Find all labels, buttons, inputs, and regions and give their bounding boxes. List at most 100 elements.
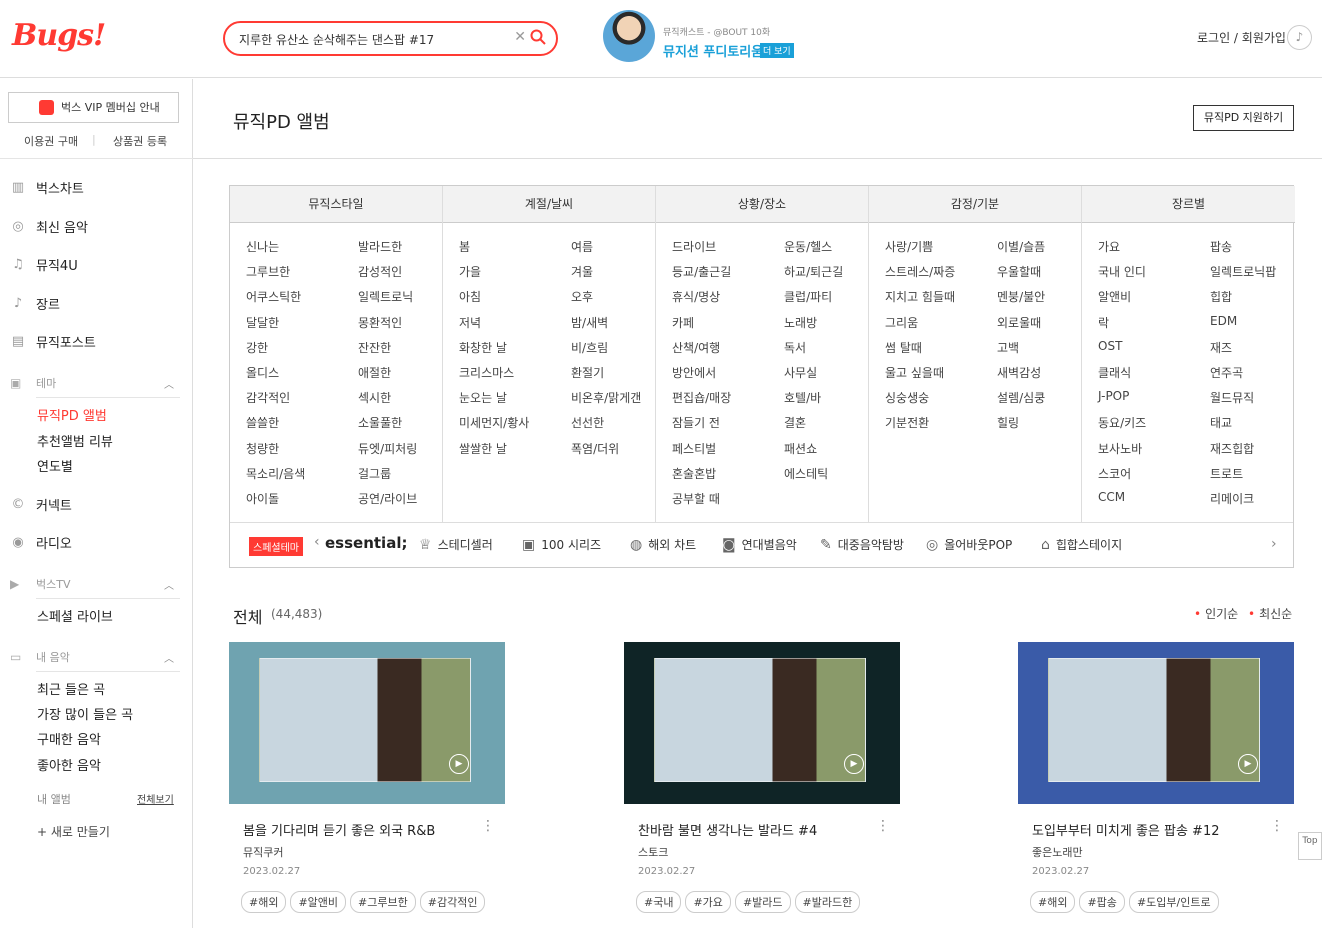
category-item[interactable]: 청량한 [246, 440, 279, 457]
sidebar-item-musicpost[interactable]: ▤ 뮤직포스트 [10, 332, 96, 352]
category-item[interactable]: 크리스마스 [459, 364, 514, 381]
sidebar-item-chart[interactable]: ▥ 벅스차트 [10, 178, 84, 198]
category-item[interactable]: 신나는 [246, 238, 279, 255]
category-item[interactable]: 비/흐림 [571, 339, 608, 356]
sidebar-item-music4u[interactable]: ♫ 뮤직4U [10, 255, 78, 275]
category-item[interactable]: 재즈힙합 [1210, 440, 1254, 457]
category-item[interactable]: 울고 싶을때 [885, 364, 944, 381]
category-item[interactable]: 페스티벌 [672, 440, 716, 457]
category-item[interactable]: 공연/라이브 [358, 490, 417, 507]
category-item[interactable]: 월드뮤직 [1210, 389, 1254, 406]
category-item[interactable]: 지치고 힘들때 [885, 288, 955, 305]
login-link[interactable]: 로그인 / 회원가입 [1197, 29, 1286, 46]
sidebar-item-recent[interactable]: 최근 들은 곡 [37, 679, 105, 698]
category-item[interactable]: 감각적인 [246, 389, 290, 406]
view-all-link[interactable]: 전체보기 [137, 791, 174, 806]
category-item[interactable]: 미세먼지/황사 [459, 414, 529, 431]
sidebar-item-liked[interactable]: 좋아한 음악 [37, 755, 101, 774]
promo-more-button[interactable]: 더 보기 [760, 43, 794, 58]
category-item[interactable]: 고백 [997, 339, 1019, 356]
category-item[interactable]: 알앤비 [1098, 288, 1131, 305]
category-item[interactable]: 폭염/더위 [571, 440, 619, 457]
essential-steadyseller[interactable]: ♕ 스테디셀러 [419, 536, 493, 553]
essential-100-series[interactable]: ▣ 100 시리즈 [522, 536, 601, 553]
category-item[interactable]: 호텔/바 [784, 389, 821, 406]
category-item[interactable]: 힐링 [997, 414, 1019, 431]
category-item[interactable]: 오후 [571, 288, 593, 305]
category-item[interactable]: 쓸쓸한 [246, 414, 279, 431]
play-icon[interactable]: ▶ [844, 754, 864, 774]
category-item[interactable]: 환절기 [571, 364, 604, 381]
category-item[interactable]: 이별/슬픔 [997, 238, 1045, 255]
category-item[interactable]: 스코어 [1098, 465, 1131, 482]
tag[interactable]: #발라드한 [794, 891, 861, 913]
category-item[interactable]: 가을 [459, 263, 481, 280]
category-item[interactable]: 혼술혼밥 [672, 465, 716, 482]
bell-icon[interactable]: ♪ [1287, 25, 1312, 50]
category-item[interactable]: 리메이크 [1210, 490, 1254, 507]
album-thumbnail[interactable]: ▶ [229, 642, 505, 804]
category-item[interactable]: 선선한 [571, 414, 604, 431]
album-title[interactable]: 도입부부터 미치게 좋은 팝송 #12 [1032, 820, 1272, 839]
chevron-up-icon[interactable]: ︿ [164, 577, 174, 592]
more-icon[interactable]: ⋮ [876, 818, 890, 834]
category-item[interactable]: 스트레스/짜증 [885, 263, 955, 280]
essential-pop-explore[interactable]: ✎ 대중음악탐방 [820, 536, 904, 553]
category-item[interactable]: 아침 [459, 288, 481, 305]
tag[interactable]: #발라드 [734, 891, 791, 913]
category-item[interactable]: 국내 인디 [1098, 263, 1146, 280]
tag[interactable]: #팝송 [1079, 891, 1125, 913]
sidebar-item-by-year[interactable]: 연도별 [37, 456, 73, 475]
tag[interactable]: #가요 [685, 891, 731, 913]
category-item[interactable]: 공부할 때 [672, 490, 720, 507]
category-item[interactable]: 화창한 날 [459, 339, 507, 356]
category-item[interactable]: 감성적인 [358, 263, 402, 280]
tag[interactable]: #해외 [241, 891, 287, 913]
category-item[interactable]: 쌀쌀한 날 [459, 440, 507, 457]
album-curator[interactable]: 뮤직쿠커 [243, 844, 283, 860]
prev-icon[interactable]: ‹ [314, 534, 320, 550]
album-thumbnail[interactable]: ▶ [1018, 642, 1294, 804]
mymusic-section-header[interactable]: ▭ 내 음악 ︿ [10, 649, 180, 665]
theme-section-header[interactable]: ▣ 테마 ︿ [10, 375, 180, 391]
category-item[interactable]: 목소리/음색 [246, 465, 305, 482]
category-item[interactable]: 섹시한 [358, 389, 391, 406]
album-curator[interactable]: 좋은노래만 [1032, 844, 1083, 860]
category-item[interactable]: 동요/키즈 [1098, 414, 1146, 431]
category-item[interactable]: 그리움 [885, 314, 918, 331]
vip-membership-button[interactable]: 벅스 VIP 멤버십 안내 [8, 92, 179, 123]
category-item[interactable]: 여름 [571, 238, 593, 255]
category-item[interactable]: 어쿠스틱한 [246, 288, 301, 305]
category-item[interactable]: 사랑/기쁨 [885, 238, 933, 255]
category-item[interactable]: 보사노바 [1098, 440, 1142, 457]
album-curator[interactable]: 스토크 [638, 844, 668, 860]
category-item[interactable]: 카페 [672, 314, 694, 331]
category-item[interactable]: 봄 [459, 238, 470, 255]
category-item[interactable]: CCM [1098, 490, 1125, 504]
bugstv-section-header[interactable]: ▶ 벅스TV ︿ [10, 576, 180, 592]
category-item[interactable]: 애절한 [358, 364, 391, 381]
album-card[interactable]: ▶ 봄을 기다리며 듣기 좋은 외국 R&B ⋮ 뮤직쿠커 2023.02.27 #해외 #… [229, 642, 505, 913]
category-item[interactable]: 팝송 [1210, 238, 1232, 255]
tag[interactable]: #감각적인 [419, 891, 486, 913]
category-item[interactable]: 트로트 [1210, 465, 1243, 482]
category-item[interactable]: 설렘/심쿵 [997, 389, 1045, 406]
tag[interactable]: #그루브한 [350, 891, 416, 913]
category-item[interactable]: 에스테틱 [784, 465, 828, 482]
more-icon[interactable]: ⋮ [481, 818, 495, 834]
category-item[interactable]: 노래방 [784, 314, 817, 331]
next-icon[interactable]: › [1271, 536, 1277, 552]
essential-all-about-pop[interactable]: ◎ 올어바웃POP [926, 536, 1012, 553]
category-item[interactable]: 하교/퇴근길 [784, 263, 843, 280]
bugs-logo[interactable]: Bugs! [12, 18, 106, 53]
category-item[interactable]: 잠들기 전 [672, 414, 720, 431]
chevron-up-icon[interactable]: ︿ [164, 376, 174, 391]
sidebar-item-special-live[interactable]: 스페셜 라이브 [37, 606, 113, 625]
category-item[interactable]: 몽환적인 [358, 314, 402, 331]
category-item[interactable]: 가요 [1098, 238, 1120, 255]
category-item[interactable]: 재즈 [1210, 339, 1232, 356]
essential-hiphop-stage[interactable]: ⌂ 힙합스테이지 [1041, 536, 1122, 553]
tag[interactable]: #알앤비 [290, 891, 347, 913]
category-item[interactable]: 편집숍/매장 [672, 389, 731, 406]
sort-recent[interactable]: • 최신순 [1248, 605, 1292, 622]
